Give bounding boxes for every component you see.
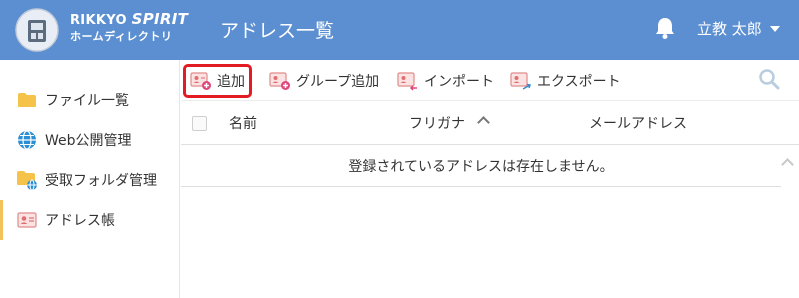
column-header-name[interactable]: 名前 <box>229 113 257 133</box>
toolbar: 追加 グループ追加 インポート エクスポート <box>181 60 799 98</box>
import-button-label: インポート <box>424 74 494 90</box>
empty-message-row: 登録されているアドレスは存在しません。 <box>181 145 781 187</box>
notification-bell-icon[interactable] <box>654 16 676 40</box>
folder-icon <box>16 89 38 111</box>
app-header: RIKKYO SPIRIT ホームディレクトリ アドレス一覧 立教 太郎 <box>0 0 799 60</box>
page-title: アドレス一覧 <box>220 20 335 42</box>
column-header-email[interactable]: メールアドレス <box>589 113 687 133</box>
export-icon <box>510 72 531 90</box>
sidebar: ファイル一覧 Web公開管理 受取フォルダ管理 アドレス帳 <box>0 60 180 298</box>
export-button-label: エクスポート <box>537 74 621 90</box>
search-icon[interactable] <box>758 68 780 90</box>
sidebar-item-label: アドレス帳 <box>45 213 115 229</box>
table-header: 名前 フリガナ メールアドレス <box>181 100 799 145</box>
add-group-button-label: グループ追加 <box>296 74 380 90</box>
folder-globe-icon <box>16 169 38 191</box>
brand-name: RIKKYO SPIRIT ホームディレクトリ <box>70 10 189 43</box>
add-contact-icon <box>190 72 211 90</box>
sidebar-item-web-publish[interactable]: Web公開管理 <box>0 120 180 160</box>
export-button[interactable]: エクスポート <box>506 66 625 96</box>
sidebar-item-address-book[interactable]: アドレス帳 <box>0 200 180 240</box>
add-button-label: 追加 <box>217 74 245 90</box>
sidebar-item-file-list[interactable]: ファイル一覧 <box>0 80 180 120</box>
brand-subtitle: ホームディレクトリ <box>70 30 173 43</box>
add-group-button[interactable]: グループ追加 <box>265 66 383 96</box>
brand-rikkyo: RIKKYO <box>70 13 132 28</box>
globe-icon <box>16 129 38 151</box>
sidebar-item-label: ファイル一覧 <box>45 93 129 109</box>
brand-top-text: RIKKYO SPIRIT <box>70 10 189 28</box>
add-button[interactable]: 追加 <box>183 64 252 98</box>
add-group-icon <box>269 72 290 90</box>
brand-spirit: SPIRIT <box>131 10 189 28</box>
select-all-checkbox[interactable] <box>192 116 207 131</box>
user-menu-name[interactable]: 立教 太郎 <box>697 18 762 39</box>
sidebar-item-label: 受取フォルダ管理 <box>45 173 157 189</box>
user-menu-caret-icon[interactable] <box>770 26 780 32</box>
sidebar-item-label: Web公開管理 <box>45 133 132 149</box>
app-logo-icon <box>15 8 59 52</box>
sort-ascending-icon[interactable] <box>477 116 490 129</box>
address-card-icon <box>16 209 38 231</box>
empty-message: 登録されているアドレスは存在しません。 <box>348 158 614 175</box>
scroll-up-icon[interactable] <box>781 158 794 171</box>
import-icon <box>397 72 417 91</box>
import-button[interactable]: インポート <box>393 66 498 96</box>
sidebar-item-receive-folder[interactable]: 受取フォルダ管理 <box>0 160 180 200</box>
column-header-furigana[interactable]: フリガナ <box>409 113 465 133</box>
